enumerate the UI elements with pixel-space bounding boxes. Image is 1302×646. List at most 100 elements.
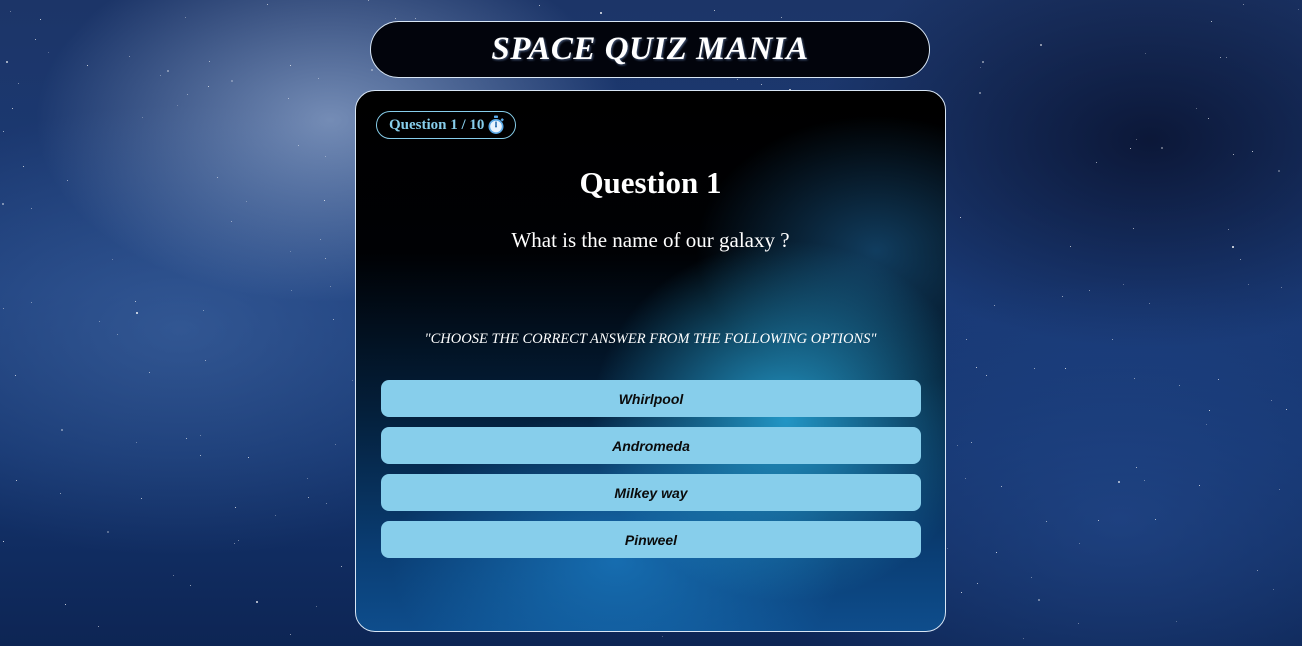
star [1243,4,1244,5]
star [1096,162,1097,163]
star [173,575,174,576]
answer-options: Whirlpool Andromeda Milkey way Pinweel [381,380,921,558]
star [415,18,416,19]
star [200,435,201,436]
star [1208,118,1209,119]
star [1078,623,1079,624]
star [1123,284,1124,285]
star [1155,519,1156,520]
star [371,69,373,71]
star [23,166,24,167]
star [1298,9,1299,10]
star [1278,170,1280,172]
star [1145,53,1146,54]
answer-option-1[interactable]: Whirlpool [381,380,921,417]
star [291,290,292,291]
star [298,145,299,146]
star [200,455,201,456]
star [167,70,169,72]
star [248,457,249,458]
star [1089,290,1090,291]
star [87,65,88,66]
star [333,319,334,320]
star [67,180,68,181]
star [31,302,32,303]
star [947,548,948,549]
star [1218,379,1219,380]
star [1112,339,1113,340]
star [326,503,327,504]
star [737,79,738,80]
star [957,445,958,446]
star [395,18,396,19]
star [966,339,967,340]
star [136,312,138,314]
star [65,604,66,605]
star [6,61,8,63]
star [1046,521,1047,522]
star [107,531,109,533]
star [341,566,342,567]
star [142,117,143,118]
star [112,259,113,260]
star [1252,151,1253,152]
star [1040,44,1042,46]
star [256,601,258,603]
star [35,39,36,40]
star [1038,599,1040,601]
star [977,583,978,584]
star [234,543,235,544]
star [1271,400,1272,401]
star [185,17,186,18]
star [288,98,289,99]
star [267,4,268,5]
star [1206,424,1207,425]
star [979,92,981,94]
star [1211,21,1212,22]
star [60,493,61,494]
star [781,17,782,18]
star [1034,368,1035,369]
answer-option-4[interactable]: Pinweel [381,521,921,558]
star [1179,385,1180,386]
star [335,444,336,445]
star [1257,570,1258,571]
star [320,239,321,240]
star [246,201,247,202]
star [177,105,178,106]
question-text: What is the name of our galaxy ? [511,228,790,252]
answer-option-3[interactable]: Milkey way [381,474,921,511]
star [714,10,715,11]
star [190,585,191,586]
star [1118,481,1120,483]
star [600,12,602,14]
star [98,626,99,627]
star [136,442,137,443]
star [31,208,32,209]
star [48,52,49,53]
star [61,429,63,431]
star [186,438,187,439]
star [1144,480,1145,481]
star [325,156,326,157]
star [40,19,41,20]
star [1273,589,1274,590]
star [761,84,762,85]
star [1281,287,1282,288]
star [1196,108,1197,109]
star [1220,57,1221,58]
star [1228,229,1229,230]
star [10,11,11,12]
star [217,177,218,178]
star [980,67,981,68]
star [996,552,997,553]
star [1134,378,1135,379]
star [965,478,966,479]
answer-option-2[interactable]: Andromeda [381,427,921,464]
star [330,286,331,287]
star [15,375,16,376]
star [1133,228,1134,229]
star [117,334,118,335]
star [141,498,142,499]
star [231,80,233,82]
